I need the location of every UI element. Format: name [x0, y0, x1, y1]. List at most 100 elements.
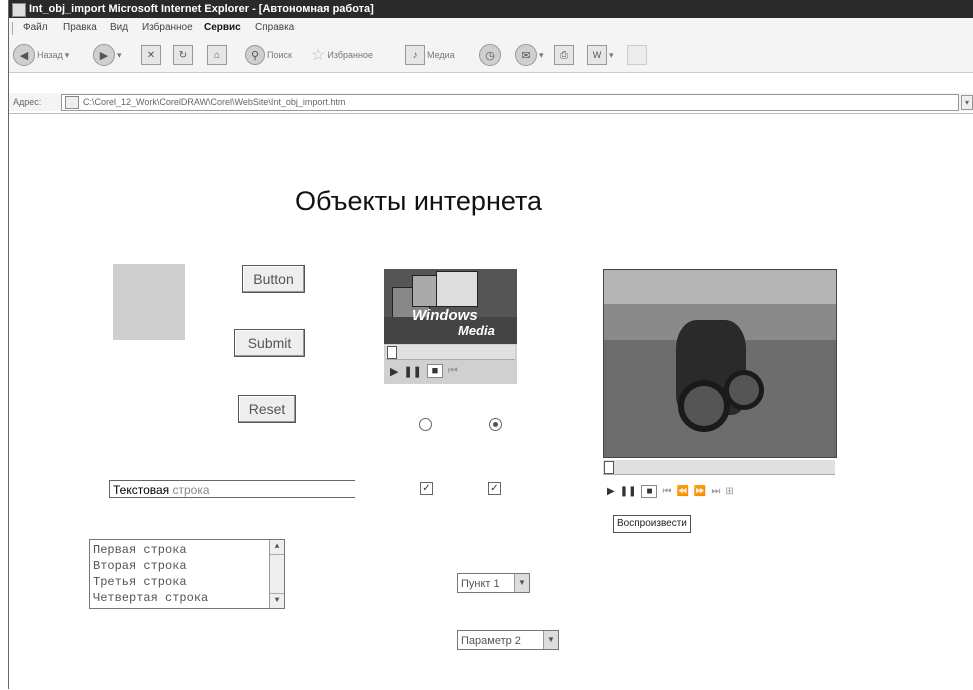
radio-button-1[interactable]: [419, 418, 432, 431]
play-tooltip: Воспроизвести: [613, 515, 691, 533]
word-button[interactable]: W ▾: [587, 43, 614, 67]
seek-bar-video[interactable]: [603, 460, 835, 475]
menu-bar: Файл Правка Вид Избранное Сервис Справка: [9, 18, 973, 39]
media-player-small: Windows Media ▶ ❚❚ ■ ⏮: [384, 269, 517, 384]
pause-icon[interactable]: ❚❚: [620, 486, 637, 497]
print-icon: ⎙: [554, 45, 574, 65]
search-label: Поиск: [267, 50, 292, 60]
fast-forward-icon[interactable]: ⏩: [694, 486, 706, 497]
menu-help[interactable]: Справка: [255, 22, 294, 33]
text-input[interactable]: Текстовая строка: [109, 480, 355, 498]
address-dropdown-button[interactable]: ▾: [961, 95, 973, 110]
back-button[interactable]: ◀ Назад ▾: [13, 43, 69, 67]
title-bar: Int_obj_import Microsoft Internet Explor…: [9, 0, 973, 18]
play-icon[interactable]: ▶: [607, 486, 615, 497]
address-input[interactable]: C:\Corel_12_Work\CorelDRAW\Corel\WebSite…: [61, 94, 959, 111]
menu-view[interactable]: Вид: [110, 22, 128, 33]
window-title: Int_obj_import Microsoft Internet Explor…: [29, 3, 374, 15]
player-controls-video: ▶ ❚❚ ■ ⏮ ⏪ ⏩ ⏭ ⊞: [607, 482, 734, 500]
select-item[interactable]: Пункт 1 ▼: [457, 573, 530, 593]
listbox-scrollbar[interactable]: ▲ ▼: [269, 540, 284, 608]
checkbox-2[interactable]: ✓: [488, 482, 501, 495]
menu-grip: [12, 22, 15, 35]
search-button[interactable]: ⚲ Поиск: [245, 43, 292, 67]
listbox[interactable]: Первая строка Вторая строка Третья строк…: [89, 539, 285, 609]
star-icon: ☆: [311, 47, 326, 64]
list-item[interactable]: Вторая строка: [93, 558, 208, 574]
back-label: Назад: [37, 50, 63, 60]
stop-icon: ✕: [141, 45, 161, 65]
scroll-down-icon[interactable]: ▼: [270, 593, 284, 608]
chevron-down-icon: ▾: [64, 49, 70, 60]
rewind-icon[interactable]: ⏪: [676, 486, 688, 497]
stop-button[interactable]: ✕: [141, 43, 161, 67]
media-button[interactable]: ♪ Медиа: [405, 43, 455, 67]
logo-text-windows: Windows: [412, 307, 478, 324]
pause-icon[interactable]: ❚❚: [403, 365, 421, 378]
button-control[interactable]: Button: [242, 265, 305, 293]
search-icon: ⚲: [245, 45, 265, 65]
menu-tools[interactable]: Сервис: [204, 22, 241, 33]
home-button[interactable]: ⌂: [207, 43, 227, 67]
page-heading: Объекты интернета: [295, 186, 543, 216]
forward-arrow-icon: ▶: [93, 44, 115, 66]
seek-handle[interactable]: [387, 346, 397, 359]
seek-bar-small[interactable]: [386, 345, 515, 360]
select-item-value: Пункт 1: [461, 578, 500, 590]
menu-edit[interactable]: Правка: [63, 22, 97, 33]
skip-back-icon[interactable]: ⏮: [448, 365, 458, 378]
mail-icon: ✉: [515, 44, 537, 66]
chevron-down-icon: ▾: [117, 49, 122, 60]
print-button[interactable]: ⎙: [554, 43, 574, 67]
seek-handle[interactable]: [604, 461, 614, 474]
scroll-up-icon[interactable]: ▲: [270, 540, 284, 555]
ie-icon: [12, 3, 26, 17]
skip-forward-icon[interactable]: ⏭: [711, 486, 720, 497]
refresh-button[interactable]: ↻: [173, 43, 193, 67]
discuss-button[interactable]: [627, 43, 647, 67]
chevron-down-icon: ▾: [609, 49, 614, 60]
menu-favorites[interactable]: Избранное: [142, 22, 193, 33]
address-url: C:\Corel_12_Work\CorelDRAW\Corel\WebSite…: [83, 97, 346, 107]
windows-media-logo: Windows Media: [384, 269, 517, 344]
toolbar: ◀ Назад ▾ ▶ ▾ ✕ ↻ ⌂ ⚲ Поиск ☆ Избранное …: [9, 38, 973, 73]
address-bar: Адрес: C:\Corel_12_Work\CorelDRAW\Corel\…: [9, 93, 973, 111]
back-arrow-icon: ◀: [13, 44, 35, 66]
list-item[interactable]: Третья строка: [93, 574, 208, 590]
page-icon: [65, 96, 79, 110]
stop-icon[interactable]: ■: [426, 364, 443, 378]
refresh-icon: ↻: [173, 45, 193, 65]
checkbox-1[interactable]: ✓: [420, 482, 433, 495]
menu-file[interactable]: Файл: [23, 22, 48, 33]
logo-text-media: Media: [458, 323, 495, 338]
mail-button[interactable]: ✉ ▾: [515, 43, 544, 67]
submit-button[interactable]: Submit: [234, 329, 305, 357]
list-item[interactable]: Четвертая строка: [93, 590, 208, 606]
text-input-value-rest: строка: [169, 483, 210, 497]
favorites-label: Избранное: [327, 50, 373, 60]
chevron-down-icon[interactable]: ▼: [543, 631, 558, 649]
forward-button[interactable]: ▶ ▾: [93, 43, 122, 67]
chevron-down-icon: ▾: [539, 49, 544, 60]
stop-icon[interactable]: ■: [641, 484, 658, 498]
radio-button-2[interactable]: [489, 418, 502, 431]
reset-button[interactable]: Reset: [238, 395, 296, 423]
browser-window: Int_obj_import Microsoft Internet Explor…: [8, 0, 973, 689]
home-icon: ⌂: [207, 45, 227, 65]
video-player: [603, 269, 837, 458]
select-parameter[interactable]: Параметр 2 ▼: [457, 630, 559, 650]
word-icon: W: [587, 45, 607, 65]
page-content: Объекты интернета Button Submit Reset Wi…: [9, 113, 973, 690]
chevron-down-icon[interactable]: ▼: [514, 574, 529, 592]
player-controls-small: ▶ ❚❚ ■ ⏮: [390, 362, 458, 380]
media-icon: ♪: [405, 45, 425, 65]
media-label: Медиа: [427, 50, 455, 60]
list-item[interactable]: Первая строка: [93, 542, 208, 558]
favorites-button[interactable]: ☆ Избранное: [311, 43, 373, 67]
skip-back-icon[interactable]: ⏮: [662, 486, 671, 497]
play-icon[interactable]: ▶: [390, 365, 398, 378]
text-input-value: Текстовая: [113, 483, 170, 497]
fullscreen-icon[interactable]: ⊞: [725, 486, 733, 497]
discuss-icon: [627, 45, 647, 65]
history-button[interactable]: ◷: [479, 43, 501, 67]
